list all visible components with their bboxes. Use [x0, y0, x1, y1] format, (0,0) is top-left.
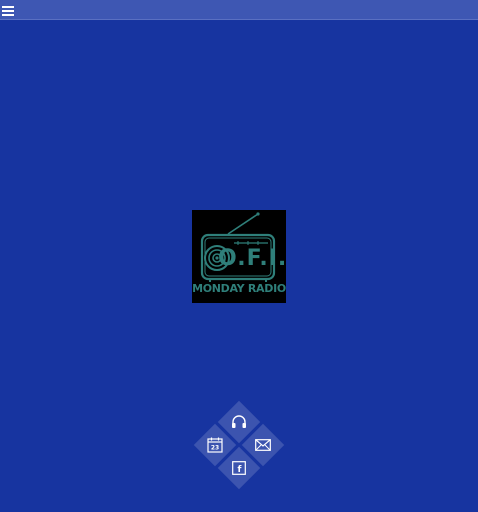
top-bar	[0, 0, 478, 20]
station-logo: O.F.I. MONDAY RADIO	[192, 210, 286, 303]
app-screen: O.F.I. MONDAY RADIO 23 f	[0, 0, 478, 512]
menu-button[interactable]	[0, 0, 16, 20]
hamburger-menu-icon	[2, 5, 14, 16]
logo-subtitle: MONDAY RADIO	[192, 282, 286, 295]
facebook-glyph: f	[238, 465, 242, 475]
facebook-button[interactable]: f	[217, 446, 261, 490]
logo-brand: O.F.I.	[218, 246, 288, 271]
facebook-icon: f	[232, 461, 246, 475]
